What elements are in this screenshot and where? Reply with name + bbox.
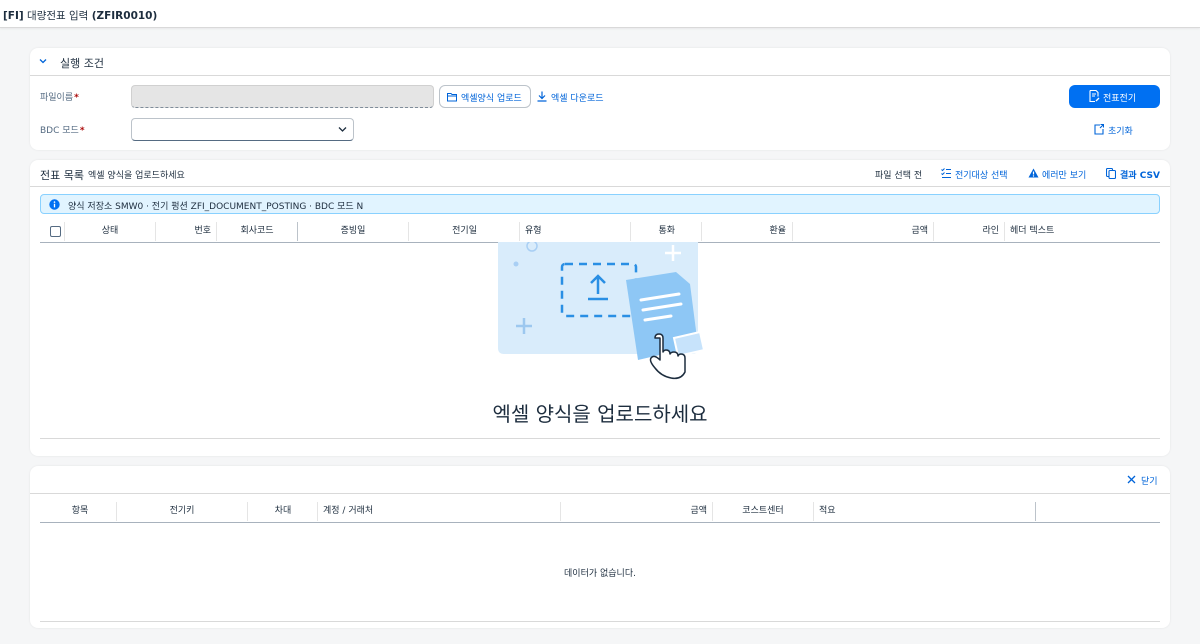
bdc-mode-select[interactable] (131, 118, 354, 141)
close-detail-button[interactable]: 닫기 (1127, 474, 1167, 487)
info-message-strip: 양식 저장소 SMW0 · 전기 펑션 ZFI_DOCUMENT_POSTING… (40, 194, 1160, 214)
shell-bar: [FI] 대량전표 입력 (ZFIR0010) (0, 0, 1200, 28)
conditions-header[interactable]: 실행 조건 (30, 48, 1170, 76)
list-title: 전표 목록 (40, 169, 84, 182)
column-header-status[interactable]: 상태 (65, 220, 155, 242)
column-header-debit-credit[interactable]: 차대 (248, 500, 318, 522)
reset-icon (1094, 124, 1104, 135)
column-header-item[interactable]: 항목 (40, 500, 120, 522)
export-csv-button[interactable]: 결과 CSV (1106, 168, 1166, 181)
column-header-account-partner[interactable]: 계정 / 거래처 (323, 500, 553, 522)
conditions-title: 실행 조건 (60, 57, 104, 70)
column-header-type[interactable]: 유형 (525, 220, 625, 242)
info-icon (49, 199, 60, 210)
empty-state-title: 엑셀 양식을 업로드하세요 (492, 402, 708, 426)
copy-icon (1106, 168, 1116, 179)
document-list-panel: 전표 목록 엑셀 양식을 업로드하세요 파일 선택 전 전기대상 선택 에러만 … (30, 160, 1170, 456)
line-item-detail-panel: 닫기 항목 전기키 차대 계정 / 거래처 금액 코스트센터 적요 데이터가 없… (30, 466, 1170, 628)
close-icon (1127, 475, 1136, 484)
line-item-table-header: 항목 전기키 차대 계정 / 거래처 금액 코스트센터 적요 (40, 500, 1160, 523)
column-header-number[interactable]: 번호 (156, 220, 211, 242)
folder-open-icon (447, 93, 457, 102)
conditions-panel: 실행 조건 파일이름* 엑셀양식 업로드 엑셀 다운로드 전표전기 BDC 모드… (30, 48, 1170, 150)
column-header-description[interactable]: 적요 (819, 500, 1029, 522)
column-header-company-code[interactable]: 회사코드 (217, 220, 297, 242)
document-table-header: 상태 번호 회사코드 증빙일 전기일 유형 통화 환율 금액 라인 헤더 텍스트 (40, 220, 1160, 243)
download-icon (537, 91, 547, 102)
select-posting-targets-button[interactable]: 전기대상 선택 (941, 168, 1021, 181)
no-data-message: 데이터가 없습니다. (564, 569, 636, 579)
column-header-posting-key[interactable]: 전기키 (117, 500, 247, 522)
post-document-button[interactable]: 전표전기 (1069, 85, 1160, 108)
column-header-cost-center[interactable]: 코스트센터 (713, 500, 813, 522)
column-header-document-date[interactable]: 증빙일 (298, 220, 408, 242)
upload-illustration (498, 242, 703, 380)
app-title: [FI] 대량전표 입력 (ZFIR0010) (3, 10, 158, 22)
file-name-label: 파일이름* (40, 93, 79, 103)
list-subtitle: 엑셀 양식을 업로드하세요 (88, 171, 185, 181)
file-status: 파일 선택 전 (875, 171, 923, 181)
chevron-down-icon (338, 127, 347, 132)
document-post-icon (1089, 90, 1100, 102)
detail-header: 닫기 (30, 466, 1170, 494)
column-header-lines[interactable]: 라인 (934, 220, 999, 242)
show-errors-only-button[interactable]: 에러만 보기 (1028, 168, 1098, 181)
chevron-down-icon[interactable] (39, 57, 47, 65)
column-header-currency[interactable]: 통화 (631, 220, 675, 242)
select-all-checkbox[interactable] (50, 226, 61, 237)
checklist-icon (941, 168, 951, 178)
excel-upload-button[interactable]: 엑셀양식 업로드 (439, 85, 531, 108)
column-header-exchange-rate[interactable]: 환율 (702, 220, 786, 242)
column-header-line-amount[interactable]: 금액 (561, 500, 707, 522)
excel-download-link[interactable]: 엑셀 다운로드 (537, 91, 617, 104)
document-list-header: 전표 목록 엑셀 양식을 업로드하세요 파일 선택 전 전기대상 선택 에러만 … (30, 160, 1170, 187)
column-header-posting-date[interactable]: 전기일 (409, 220, 477, 242)
warning-icon (1028, 168, 1039, 178)
bdc-mode-label: BDC 모드* (40, 126, 85, 136)
file-name-field[interactable] (131, 85, 434, 108)
column-header-amount[interactable]: 금액 (793, 220, 928, 242)
reset-button[interactable]: 초기화 (1094, 124, 1144, 137)
column-header-header-text[interactable]: 헤더 텍스트 (1010, 220, 1150, 242)
